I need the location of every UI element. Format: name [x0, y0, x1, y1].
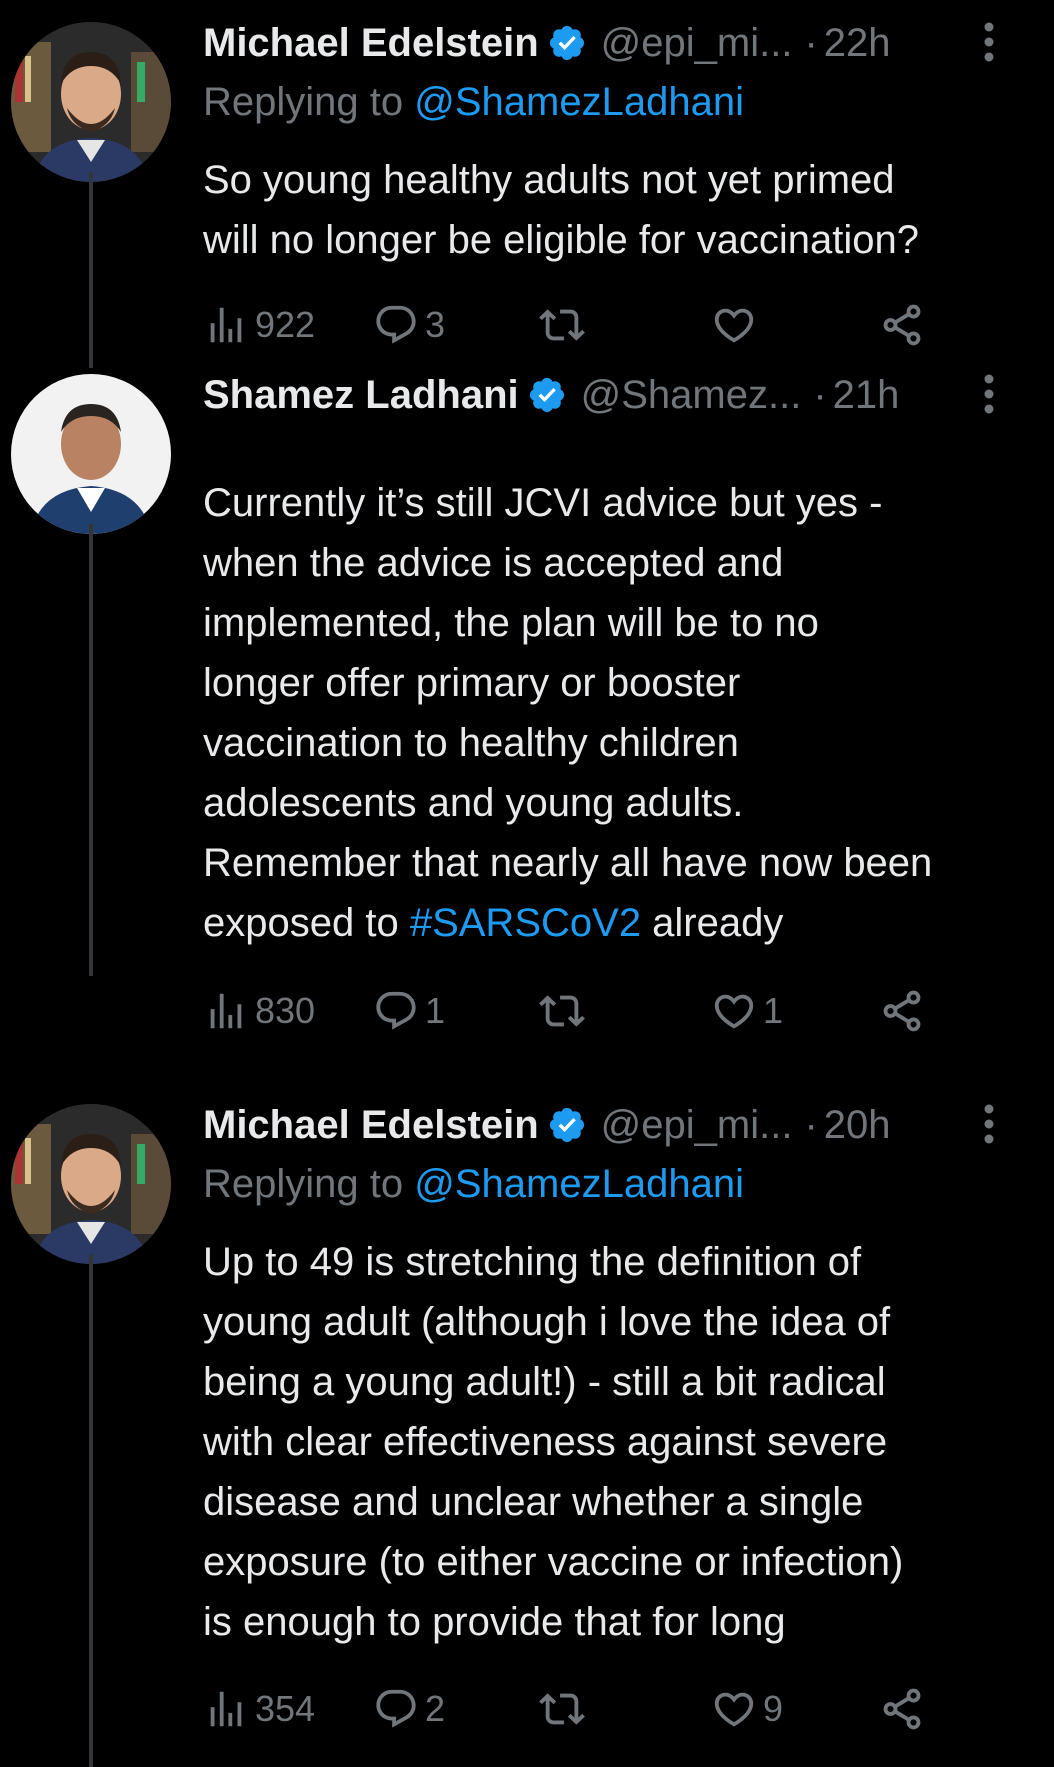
text-line: young adult (although i love the idea of: [203, 1300, 891, 1344]
action-bar: 354 2 9: [203, 1684, 943, 1734]
more-options-icon[interactable]: [982, 1103, 996, 1145]
tweet-text: Up to 49 is stretching the definition of…: [203, 1232, 1023, 1652]
thread-line: [89, 524, 93, 976]
views-count: 922: [255, 304, 316, 345]
author-name[interactable]: Michael Edelstein: [203, 1103, 539, 1148]
text-line: will no longer be eligible for vaccinati…: [203, 218, 919, 262]
tweet-header: Shamez Ladhani @Shamez... · 21h: [203, 365, 1054, 425]
replying-to-handle-link[interactable]: @ShamezLadhani: [414, 80, 744, 124]
separator-dot: ·: [804, 20, 818, 65]
text-line: Remember that nearly all have now been: [203, 841, 933, 885]
avatar-photo-icon: [11, 374, 171, 534]
share-button[interactable]: [879, 1684, 925, 1734]
avatar-michael-edelstein[interactable]: [11, 22, 171, 182]
action-bar: 922 3: [203, 300, 943, 350]
reply-button[interactable]: 1: [373, 986, 445, 1036]
text-line: exposure (to either vaccine or infection…: [203, 1540, 904, 1584]
author-handle[interactable]: @epi_mi...: [601, 21, 793, 66]
more-options-icon[interactable]: [982, 373, 996, 415]
reply-bubble-icon: [376, 991, 416, 1030]
text-line: So young healthy adults not yet primed: [203, 158, 895, 202]
avatar-photo-icon: [11, 1104, 171, 1264]
like-count: 1: [763, 990, 784, 1031]
heart-icon: [714, 1692, 754, 1727]
author-handle[interactable]: @Shamez...: [581, 373, 802, 418]
hashtag-link[interactable]: #SARSCoV2: [410, 901, 641, 945]
reply-button[interactable]: 3: [373, 300, 445, 350]
author-name[interactable]: Shamez Ladhani: [203, 373, 519, 418]
text-line: Currently it’s still JCVI advice but yes…: [203, 481, 883, 525]
tweet-text: Currently it’s still JCVI advice but yes…: [203, 473, 1023, 953]
reply-button[interactable]: 2: [373, 1684, 445, 1734]
verified-badge-icon: [549, 1107, 584, 1143]
tweet-text: So young healthy adults not yet primed w…: [203, 150, 1023, 270]
retweet-button[interactable]: [539, 1684, 591, 1734]
text-line: implemented, the plan will be to no: [203, 601, 819, 645]
retweet-icon: [539, 309, 585, 341]
text-line: exposed to #SARSCoV2 already: [203, 901, 784, 945]
separator-dot: ·: [813, 372, 827, 417]
more-options-icon[interactable]: [982, 21, 996, 63]
replying-to: Replying to @ShamezLadhani: [203, 80, 744, 125]
views-chart-icon: [210, 307, 242, 343]
action-bar: 830 1 1: [203, 986, 943, 1036]
retweet-button[interactable]: [539, 300, 591, 350]
views-button[interactable]: 354: [203, 1684, 315, 1734]
author-name[interactable]: Michael Edelstein: [203, 21, 539, 66]
like-count: 9: [763, 1688, 784, 1729]
reply-bubble-icon: [376, 305, 416, 344]
retweet-button[interactable]: [539, 986, 591, 1036]
verified-badge-icon: [529, 377, 564, 413]
text-line: vaccination to healthy children: [203, 721, 739, 765]
text-line: adolescents and young adults.: [203, 781, 744, 825]
like-button[interactable]: 9: [711, 1684, 783, 1734]
retweet-icon: [539, 995, 585, 1027]
thread-line: [89, 1254, 93, 1767]
reply-count: 3: [425, 304, 446, 345]
replying-to-label: Replying to: [203, 1162, 404, 1206]
tweet-header: Michael Edelstein @epi_mi... · 22h: [203, 13, 1054, 73]
thread-line: [89, 172, 93, 368]
views-chart-icon: [210, 1691, 242, 1727]
share-icon: [883, 304, 921, 346]
heart-icon: [714, 308, 754, 343]
views-count: 354: [255, 1688, 316, 1729]
views-button[interactable]: 922: [203, 300, 315, 350]
replying-to-label: Replying to: [203, 80, 404, 124]
reply-count: 2: [425, 1688, 446, 1729]
timestamp[interactable]: 20h: [824, 1103, 891, 1148]
text-line: disease and unclear whether a single: [203, 1480, 864, 1524]
timestamp[interactable]: 21h: [833, 373, 900, 418]
retweet-icon: [539, 1693, 585, 1725]
text-line: with clear effectiveness against severe: [203, 1420, 888, 1464]
replying-to: Replying to @ShamezLadhani: [203, 1162, 744, 1207]
views-button[interactable]: 830: [203, 986, 315, 1036]
heart-icon: [714, 994, 754, 1029]
verified-badge-icon: [549, 25, 584, 61]
timestamp[interactable]: 22h: [824, 21, 891, 66]
reply-count: 1: [425, 990, 446, 1031]
share-icon: [883, 990, 921, 1032]
views-chart-icon: [210, 993, 242, 1029]
like-button[interactable]: [711, 300, 763, 350]
avatar-michael-edelstein[interactable]: [11, 1104, 171, 1264]
share-icon: [883, 1688, 921, 1730]
tweet-header: Michael Edelstein @epi_mi... · 20h: [203, 1095, 1054, 1155]
avatar-photo-icon: [11, 22, 171, 182]
text-line: Up to 49 is stretching the definition of: [203, 1240, 862, 1284]
text-line: being a young adult!) - still a bit radi…: [203, 1360, 886, 1404]
text-line: is enough to provide that for long: [203, 1600, 786, 1644]
text-line: longer offer primary or booster: [203, 661, 741, 705]
avatar-shamez-ladhani[interactable]: [11, 374, 171, 534]
share-button[interactable]: [879, 300, 925, 350]
author-handle[interactable]: @epi_mi...: [601, 1103, 793, 1148]
reply-bubble-icon: [376, 1689, 416, 1728]
replying-to-handle-link[interactable]: @ShamezLadhani: [414, 1162, 744, 1206]
views-count: 830: [255, 990, 316, 1031]
like-button[interactable]: 1: [711, 986, 783, 1036]
text-line: when the advice is accepted and: [203, 541, 784, 585]
share-button[interactable]: [879, 986, 925, 1036]
separator-dot: ·: [804, 1102, 818, 1147]
